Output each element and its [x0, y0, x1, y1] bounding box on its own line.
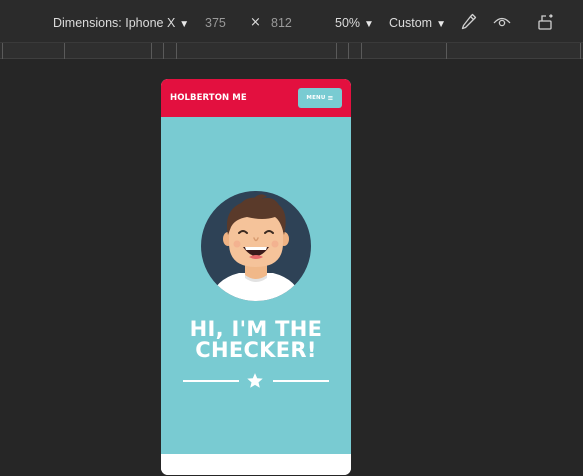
site-navbar: HOLBERTON ME MENU ≡ [161, 79, 351, 117]
avatar [201, 191, 311, 301]
throttle-label: Custom [389, 16, 433, 30]
hero-section: HI, I'M THE CHECKER! [161, 117, 351, 454]
hamburger-icon: ≡ [327, 94, 334, 102]
divider-line-left [183, 380, 239, 382]
eyedropper-icon[interactable] [458, 12, 478, 32]
throttle-dropdown[interactable]: Custom ▼ [389, 15, 446, 33]
dimensions-dropdown[interactable]: Dimensions: Iphone X ▼ [53, 15, 189, 33]
rotate-device-icon[interactable] [536, 12, 556, 32]
eye-icon[interactable] [492, 12, 512, 32]
page-bottom [161, 454, 351, 475]
headline-line-2: CHECKER! [195, 338, 317, 362]
menu-label: MENU [306, 95, 326, 101]
star-divider [183, 373, 329, 389]
brand-logo[interactable]: HOLBERTON ME [170, 93, 247, 103]
menu-button[interactable]: MENU ≡ [298, 88, 342, 108]
chevron-down-icon: ▼ [179, 19, 190, 30]
zoom-label: 50% [335, 16, 361, 30]
chevron-down-icon: ▼ [436, 19, 446, 30]
width-input[interactable] [205, 15, 245, 31]
chevron-down-icon: ▼ [364, 19, 374, 30]
headline-line-1: HI, I'M THE [189, 317, 323, 341]
media-query-ruler[interactable] [0, 42, 583, 59]
divider-line-right [273, 380, 329, 382]
dimensions-separator: × [250, 15, 261, 30]
star-icon [247, 373, 263, 388]
hero-headline: HI, I'M THE CHECKER! [161, 319, 351, 361]
zoom-dropdown[interactable]: 50% ▼ [335, 15, 374, 33]
device-toolbar: Dimensions: Iphone X▼ × 50%▼ Custom▼ [0, 0, 583, 42]
device-viewport: HOLBERTON ME MENU ≡ HI, I'M THE CHECKER! [161, 79, 351, 475]
height-input[interactable] [271, 15, 311, 31]
dimensions-label: Dimensions: Iphone X [53, 16, 176, 30]
